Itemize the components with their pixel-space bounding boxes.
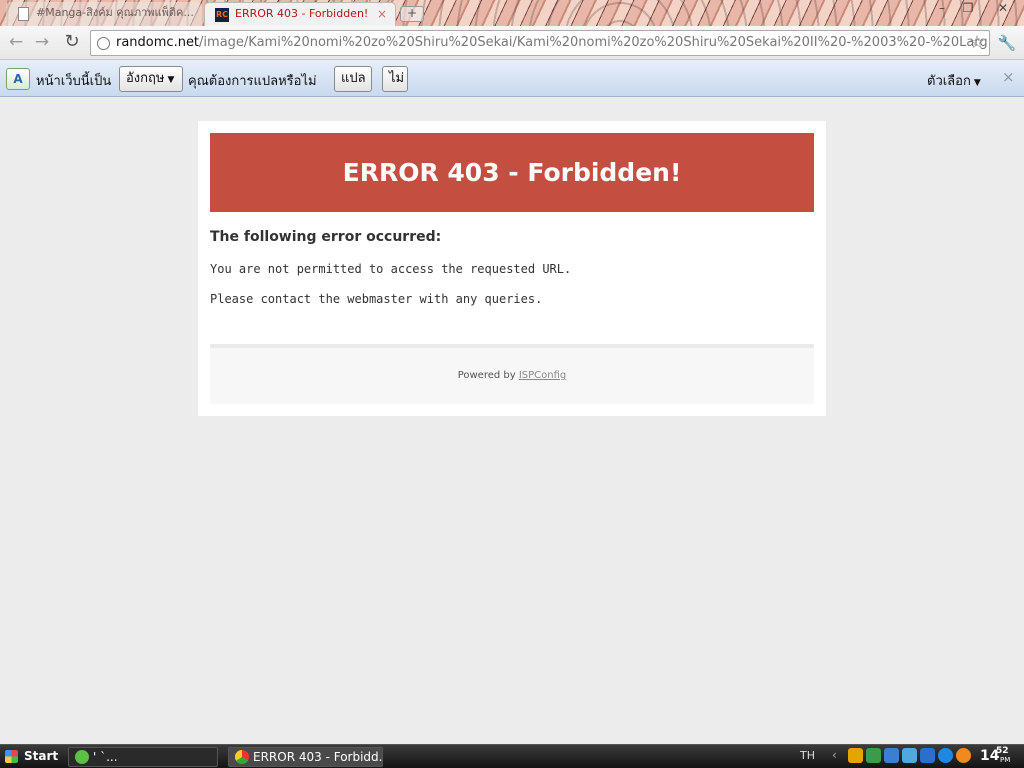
chevron-down-icon: ▼ — [167, 75, 175, 85]
globe-icon — [97, 37, 110, 50]
new-tab-button[interactable]: + — [400, 6, 424, 22]
close-tab-icon[interactable]: × — [377, 3, 387, 25]
reload-icon[interactable]: ↻ — [61, 32, 83, 54]
taskbar: Start ' `... ERROR 403 - Forbidd... TH ‹… — [0, 744, 1024, 768]
maximize-icon[interactable]: ❐ — [956, 0, 980, 18]
footer-prefix: Powered by — [457, 370, 516, 381]
taskbar-item-messenger[interactable]: ' `... — [68, 747, 218, 767]
address-bar[interactable]: randomc.net/image/Kami%20nomi%20zo%20Shi… — [90, 30, 990, 56]
browser-toolbar: ← → ↻ randomc.net/image/Kami%20nomi%20zo… — [0, 26, 1024, 60]
translate-button[interactable]: แปล — [334, 66, 372, 92]
window-close-icon[interactable]: ✕ — [988, 0, 1018, 18]
ispconfig-link[interactable]: ISPConfig — [519, 370, 566, 381]
url-text[interactable]: randomc.net/image/Kami%20nomi%20zo%20Shi… — [116, 35, 988, 51]
randomc-favicon-icon: RC — [215, 8, 229, 22]
windows-logo-icon — [5, 750, 18, 763]
app-tray-icon[interactable] — [956, 748, 971, 763]
system-tray — [848, 748, 971, 763]
task-title: ERROR 403 - Forbidd... — [253, 750, 383, 764]
translate-icon: A — [6, 68, 30, 90]
tab-title: #Manga-สิงค์ม คุณภาพแพ็ติค... — [36, 6, 194, 19]
page-icon — [18, 7, 29, 21]
tab-strip: #Manga-สิงค์ม คุณภาพแพ็ติค... RC ERROR 4… — [0, 0, 1024, 26]
language-value: อังกฤษ — [126, 71, 165, 86]
page-footer: Powered by ISPConfig — [210, 344, 814, 404]
wrench-icon[interactable]: 🔧 — [996, 32, 1018, 54]
translate-bar: A หน้าเว็บนี้เป็น อังกฤษ ▼ คุณต้องการแปลห… — [0, 61, 1024, 97]
translate-lead-text: หน้าเว็บนี้เป็น — [36, 74, 112, 89]
security-shield-icon[interactable] — [848, 748, 863, 763]
chrome-icon — [235, 750, 249, 764]
tab-manga[interactable]: #Manga-สิงค์ม คุณภาพแพ็ติค... — [6, 2, 202, 26]
input-language-indicator[interactable]: TH — [800, 749, 815, 762]
page-viewport: ERROR 403 - Forbidden! The following err… — [0, 97, 1024, 744]
start-label: Start — [24, 749, 59, 763]
translate-question-text: คุณต้องการแปลหรือไม่ — [188, 74, 317, 89]
url-host: randomc.net — [116, 35, 200, 50]
show-hidden-icons-icon[interactable]: ‹ — [832, 748, 837, 762]
forward-icon[interactable]: → — [31, 32, 53, 54]
messenger-icon — [75, 750, 89, 764]
minimize-icon[interactable]: – — [930, 0, 954, 18]
no-translate-button[interactable]: ไม่ — [382, 66, 408, 92]
close-translate-bar-icon[interactable]: × — [1002, 68, 1015, 86]
error-contact-text: Please contact the webmaster with any qu… — [210, 292, 543, 306]
star-icon[interactable]: ☆ — [969, 32, 985, 53]
network-icon[interactable] — [866, 748, 881, 763]
url-path: /image/Kami%20nomi%20zo%20Shiru%20Sekai/… — [199, 35, 988, 50]
download-icon[interactable] — [938, 748, 953, 763]
error-banner-title: ERROR 403 - Forbidden! — [210, 133, 814, 212]
language-select[interactable]: อังกฤษ ▼ — [119, 66, 183, 92]
task-title: ' `... — [93, 750, 118, 764]
error-heading: The following error occurred: — [210, 229, 442, 245]
taskbar-item-chrome[interactable]: ERROR 403 - Forbidd... — [228, 747, 383, 767]
error-card: ERROR 403 - Forbidden! The following err… — [198, 121, 826, 416]
tab-title: ERROR 403 - Forbidden! — [235, 7, 369, 20]
display-icon[interactable] — [920, 748, 935, 763]
tab-error-403[interactable]: RC ERROR 403 - Forbidden! × — [204, 2, 396, 26]
start-button[interactable]: Start — [2, 746, 59, 767]
users-icon[interactable] — [902, 748, 917, 763]
options-label: ตัวเลือก — [927, 74, 971, 89]
translate-options-menu[interactable]: ตัวเลือก ▼ — [927, 70, 981, 91]
error-message: You are not permitted to access the requ… — [210, 262, 572, 276]
network-activity-icon[interactable] — [884, 748, 899, 763]
back-icon[interactable]: ← — [5, 32, 27, 54]
chevron-down-icon: ▼ — [973, 78, 981, 88]
clock-ampm: PM — [1000, 756, 1011, 764]
clock-minute: 52 — [996, 746, 1009, 756]
clock[interactable]: 14 52 PM — [980, 746, 1010, 764]
